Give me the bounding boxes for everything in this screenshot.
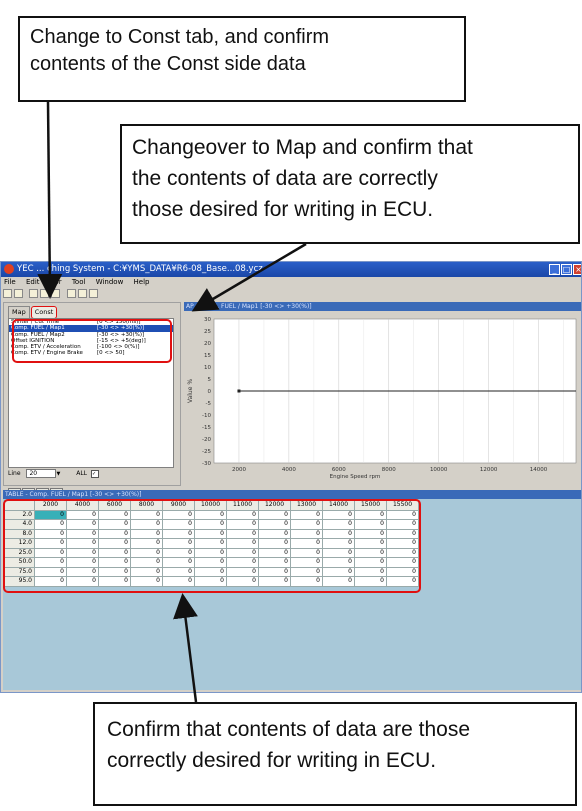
arrow-to-table xyxy=(173,593,198,703)
arrow-to-const-tab xyxy=(37,101,63,299)
annotation-arrows xyxy=(37,101,307,703)
arrow-to-map-list xyxy=(191,242,307,312)
